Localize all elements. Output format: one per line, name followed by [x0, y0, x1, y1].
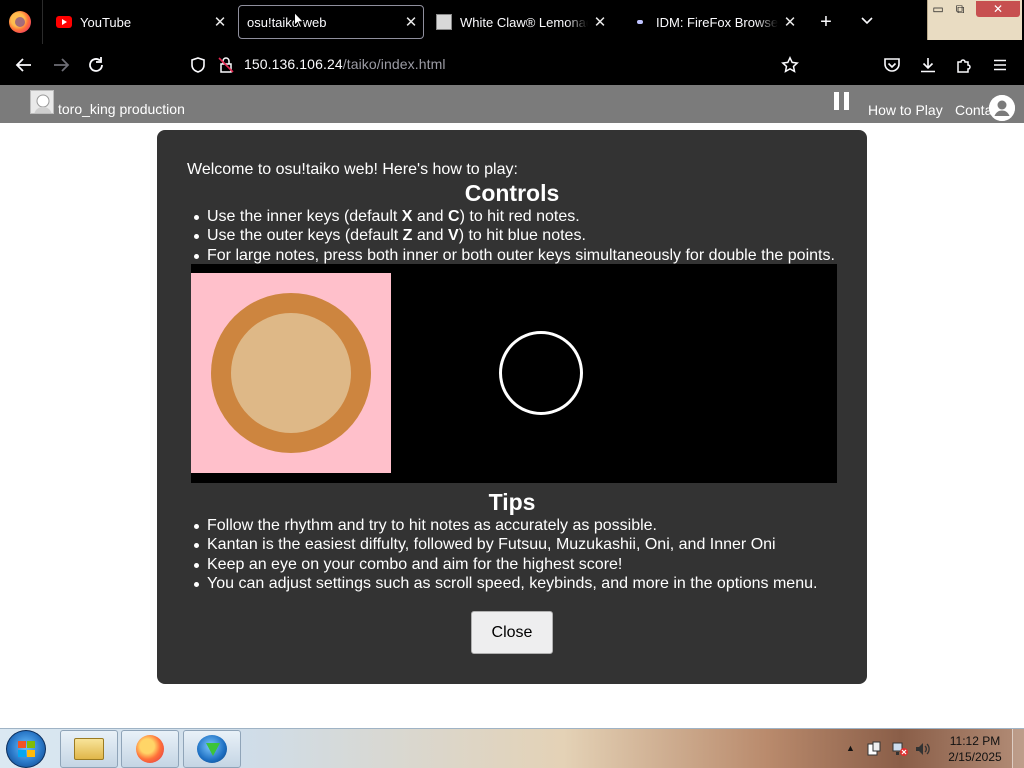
list-item: Use the inner keys (default X and C) to … [194, 207, 835, 226]
puzzle-icon [957, 59, 971, 73]
network-icon[interactable] [892, 741, 908, 757]
tab-close-icon[interactable]: ✕ [588, 13, 612, 31]
close-button[interactable]: Close [471, 611, 553, 654]
close-window-button[interactable]: ✕ [976, 1, 1020, 17]
bookmark-button[interactable] [778, 53, 802, 77]
pocket-button[interactable] [880, 53, 904, 77]
site-title[interactable]: toro_king production [58, 101, 185, 117]
tracking-protection-button[interactable] [186, 53, 210, 77]
tab-title: osu!taiko web [247, 14, 327, 30]
tab-close-icon[interactable]: ✕ [208, 13, 232, 31]
minimize-button[interactable]: ▭ [928, 1, 948, 17]
navigation-toolbar: 150.136.106.24/taiko/index.html [0, 44, 1024, 85]
controls-list: Use the inner keys (default X and C) to … [194, 207, 835, 265]
anime-avatar-icon [34, 94, 52, 113]
list-all-tabs-button[interactable] [854, 9, 880, 35]
browser-tab-strip: YouTube ✕ osu!taiko web ✕ White Claw® Le… [0, 0, 1024, 44]
how-to-play-link[interactable]: How to Play [868, 102, 943, 118]
site-info-button[interactable] [214, 53, 238, 77]
contact-link[interactable]: Contact [955, 102, 993, 118]
tab-osu-taiko-web[interactable]: osu!taiko web ✕ [238, 5, 424, 39]
idm-icon [197, 735, 227, 763]
shield-icon [191, 57, 205, 73]
taiko-drum [191, 273, 391, 473]
forward-button[interactable] [49, 53, 73, 77]
url-bar[interactable]: 150.136.106.24/taiko/index.html [244, 56, 446, 72]
star-icon [781, 56, 799, 73]
tab-white-claw[interactable]: White Claw® Lemonade ✕ [428, 5, 612, 39]
list-item: Kantan is the easiest diffulty, followed… [193, 535, 817, 554]
tab-title: YouTube [80, 14, 132, 30]
windows-taskbar: ▲ 11:12 PM 2/15/2025 [0, 728, 1024, 768]
how-to-play-modal: Welcome to osu!taiko web! Here's how to … [157, 130, 867, 684]
download-icon [921, 58, 935, 73]
clock-date: 2/15/2025 [948, 750, 1002, 764]
list-item: Keep an eye on your combo and aim for th… [193, 555, 817, 574]
arrow-left-icon [15, 58, 31, 72]
explorer-icon [74, 738, 104, 760]
firefox-menu-icon[interactable] [9, 11, 31, 33]
drum-face [231, 313, 351, 433]
site-logo-avatar [30, 90, 54, 114]
reload-button[interactable] [84, 53, 108, 77]
system-clock[interactable]: 11:12 PM 2/15/2025 [940, 733, 1010, 765]
insecure-lock-icon [218, 57, 234, 73]
start-button[interactable] [6, 730, 46, 768]
url-host: 150.136.106.24 [244, 56, 343, 72]
youtube-icon [56, 14, 72, 30]
clock-time: 11:12 PM [949, 734, 1001, 748]
pocket-icon [884, 58, 900, 72]
back-button[interactable] [12, 53, 36, 77]
tab-separator [42, 0, 43, 44]
idm-icon [632, 14, 648, 30]
taskbar-idm[interactable] [183, 730, 241, 768]
note-target-circle [499, 331, 583, 415]
mouse-cursor-icon [294, 12, 304, 28]
show-desktop-button[interactable] [1012, 729, 1024, 768]
gameplay-demo [191, 264, 837, 483]
window-controls: ▭ ⧉ ✕ [927, 0, 1022, 40]
tips-heading: Tips [488, 489, 536, 515]
hamburger-menu-icon [994, 59, 1006, 71]
windows-logo-icon [18, 741, 36, 758]
controls-heading: Controls [464, 180, 560, 206]
action-center-icon[interactable] [866, 741, 882, 757]
new-tab-button[interactable]: + [813, 9, 839, 35]
volume-icon[interactable] [915, 741, 931, 757]
tab-youtube[interactable]: YouTube ✕ [48, 5, 232, 39]
reload-icon [89, 57, 103, 72]
maximize-button[interactable]: ⧉ [950, 1, 970, 17]
modal-intro: Welcome to osu!taiko web! Here's how to … [187, 161, 518, 178]
extensions-button[interactable] [952, 53, 976, 77]
list-item: You can adjust settings such as scroll s… [193, 574, 818, 592]
tips-list: Follow the rhythm and try to hit notes a… [193, 516, 818, 593]
url-path: /taiko/index.html [342, 56, 446, 72]
taskbar-explorer[interactable] [60, 730, 118, 768]
downloads-button[interactable] [916, 53, 940, 77]
tab-close-icon[interactable]: ✕ [778, 13, 802, 31]
pause-icon[interactable] [834, 92, 850, 110]
list-item: Use the outer keys (default Z and V) to … [194, 226, 835, 245]
tab-close-icon[interactable]: ✕ [399, 13, 423, 31]
firefox-icon [136, 735, 164, 763]
taskbar-firefox[interactable] [121, 730, 179, 768]
user-account-icon[interactable] [989, 95, 1015, 121]
site-header: toro_king production How to Play Contact [0, 85, 1024, 123]
list-item: For large notes, press both inner or bot… [194, 246, 835, 264]
chevron-down-icon [861, 17, 873, 25]
tab-idm[interactable]: IDM: FireFox Browser Inte ✕ [624, 5, 802, 39]
arrow-right-icon [54, 58, 70, 72]
app-menu-button[interactable] [988, 53, 1012, 77]
list-item: Follow the rhythm and try to hit notes a… [193, 516, 817, 535]
image-icon [436, 14, 452, 30]
show-hidden-icons-button[interactable]: ▲ [846, 743, 855, 753]
